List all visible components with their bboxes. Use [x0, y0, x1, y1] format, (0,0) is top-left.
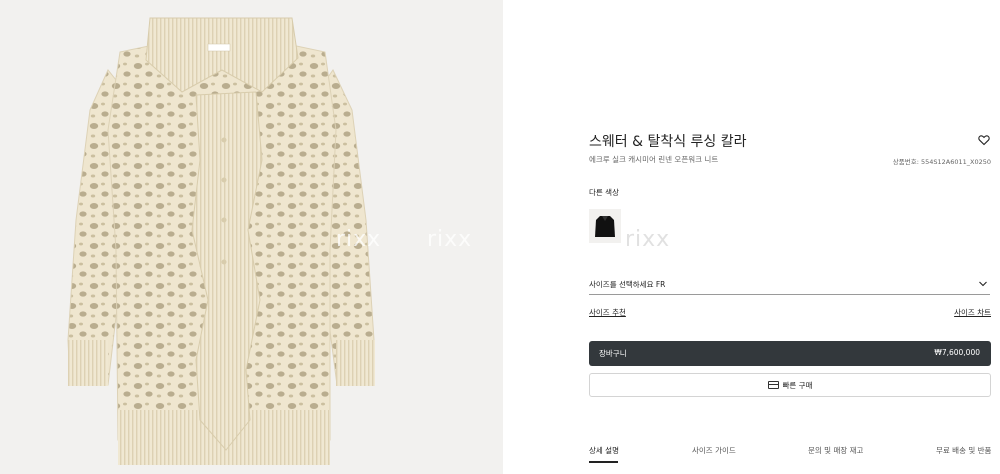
product-details-panel: rixx rixx 스웨터 & 탈착식 루싱 칼라 에크루 실크 캐시미어 린넨… [503, 0, 1000, 474]
product-subtitle: 에크루 실크 캐시미어 린넨 오픈워크 니트 [589, 155, 719, 164]
other-colors-label: 다른 색상 [589, 188, 619, 197]
product-title: 스웨터 & 탈착식 루싱 칼라 [589, 134, 747, 150]
active-tab-indicator [589, 461, 618, 463]
quick-buy-label: 빠른 구매 [782, 381, 813, 390]
product-page: rixx rixx rixx rixx 스웨터 & 탈착식 루싱 칼라 에크루 … [0, 0, 1000, 474]
watermark-text: rixx [336, 227, 382, 252]
add-to-cart-label: 장바구니 [599, 349, 627, 358]
chevron-down-icon [979, 281, 987, 287]
tab-size-guide[interactable]: 사이즈 가이드 [692, 445, 736, 456]
tab-details[interactable]: 상세 설명 [589, 445, 619, 456]
size-select[interactable]: 사이즈를 선택하세요 FR [589, 276, 990, 295]
quick-buy-button[interactable]: 빠른 구매 [589, 373, 991, 397]
watermark-text: rixx [427, 227, 473, 252]
heart-icon[interactable] [978, 134, 990, 146]
size-recommend-link[interactable]: 사이즈 추천 [589, 307, 626, 318]
color-swatch-black[interactable] [589, 209, 621, 243]
tab-inquiry-stock[interactable]: 문의 및 매장 재고 [808, 445, 863, 456]
product-image[interactable]: rixx rixx [0, 0, 503, 474]
add-to-cart-button[interactable]: 장바구니 ₩7,600,000 [589, 341, 991, 366]
credit-card-icon [767, 381, 779, 389]
size-select-label: 사이즈를 선택하세요 FR [589, 280, 666, 289]
product-sku: 상품번호: 554S12A6011_X0250 [892, 158, 991, 166]
product-price: ₩7,600,000 [934, 348, 980, 357]
watermark-text: rixx [521, 227, 567, 252]
product-info-tabs: 상세 설명 사이즈 가이드 문의 및 매장 재고 무료 배송 및 반품 [589, 440, 1000, 464]
tab-shipping-returns[interactable]: 무료 배송 및 반품 [936, 445, 991, 456]
watermark-text: rixx [625, 227, 671, 252]
size-chart-link[interactable]: 사이즈 차트 [954, 307, 991, 318]
black-cardigan-thumbnail [595, 216, 615, 237]
